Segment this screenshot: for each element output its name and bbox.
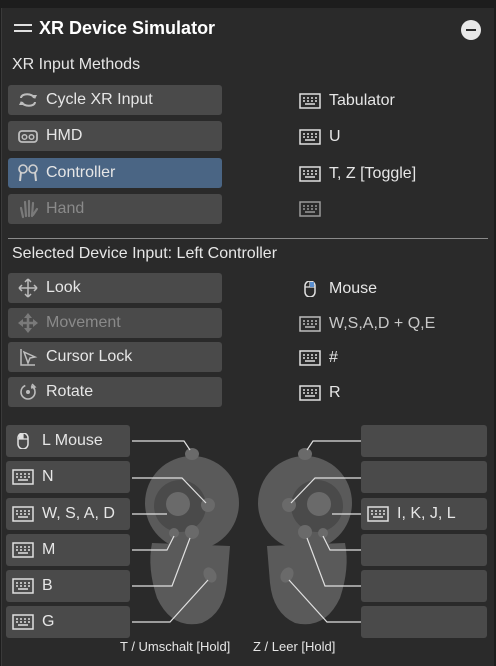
right-thumbstick-button[interactable]: I, K, J, L — [361, 498, 487, 530]
right-hold-hint: Z / Leer [Hold] — [253, 639, 336, 654]
mouse-icon — [17, 433, 29, 449]
keyboard-icon — [12, 506, 34, 522]
right-top-button[interactable] — [361, 461, 487, 493]
right-trigger-button[interactable] — [361, 425, 487, 457]
left-m-button[interactable]: M — [6, 534, 130, 566]
left-thumbstick-button[interactable]: W, S, A, D — [6, 498, 130, 530]
left-b-button[interactable]: B — [6, 570, 130, 602]
left-n-button[interactable]: N — [6, 461, 130, 493]
left-grip-button[interactable]: G — [6, 606, 130, 638]
right-grip-button[interactable] — [361, 606, 487, 638]
right-secondary-button[interactable] — [361, 570, 487, 602]
left-hold-hint: T / Umschalt [Hold] — [120, 639, 231, 654]
keyboard-icon — [12, 469, 34, 485]
keyboard-icon — [367, 506, 389, 522]
xr-device-simulator-panel: XR Device Simulator XR Input Methods Cyc… — [1, 8, 494, 666]
controller-diagram — [132, 440, 361, 625]
keyboard-icon — [12, 578, 34, 594]
keyboard-icon — [12, 614, 34, 630]
keyboard-icon — [12, 542, 34, 558]
left-trigger-button[interactable]: L Mouse — [6, 425, 130, 457]
right-primary-button[interactable] — [361, 534, 487, 566]
